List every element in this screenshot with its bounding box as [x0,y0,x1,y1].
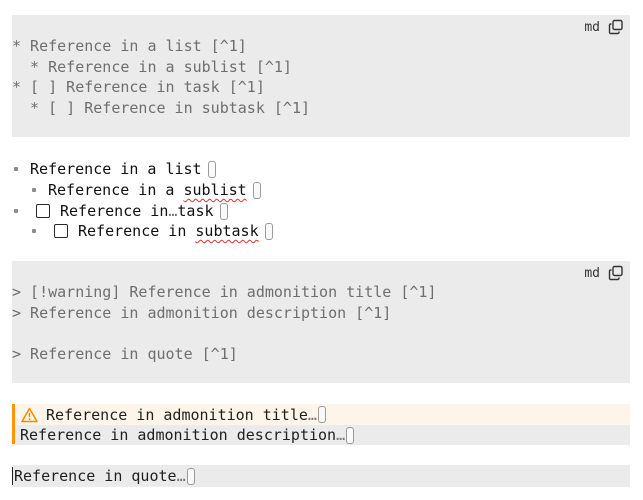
footnote-ref-chip[interactable] [186,467,195,485]
code-line[interactable]: * [ ] Reference in task [^1] [12,77,265,97]
code-language-label: md [584,265,600,281]
footnote-ref-chip[interactable] [207,160,216,178]
footnote-ref-chip[interactable] [317,406,326,423]
bullet-icon [32,229,36,233]
quote-text: Reference in quote [14,467,177,485]
misspelled-word: subtask [195,222,259,240]
code-toolbar: md [584,263,624,283]
task-item[interactable]: Reference in… task [14,201,228,221]
copy-icon[interactable] [608,19,624,35]
admonition-title[interactable]: Reference in admonition title… [15,404,630,425]
admonition-description-text: Reference in admonition description [20,426,337,444]
subtask-item[interactable]: Reference in subtask [32,221,273,241]
list-item-text: task [177,202,214,220]
sublist-item[interactable]: Reference in a sublist [32,180,261,200]
ellipsis-text: … [307,405,317,424]
copy-icon[interactable] [608,265,624,281]
code-line[interactable]: * Reference in a sublist [^1] [12,57,292,77]
footnote-ref-chip[interactable] [252,181,261,199]
list-item-text: Reference in a [48,181,184,199]
list-item-text: Reference in [60,202,169,220]
blockquote[interactable]: Reference in quote… [12,465,630,487]
list-item-text: Reference in [78,222,196,240]
misspelled-word: sublist [183,181,247,199]
code-line[interactable]: * [ ] Reference in subtask [^1] [12,98,310,118]
warning-icon [21,407,38,423]
list-item-text: Reference in a list [30,160,202,178]
bullet-icon [32,188,36,192]
code-line[interactable]: * Reference in a list [^1] [12,36,247,56]
task-checkbox[interactable] [54,224,68,238]
footnote-ref-chip[interactable] [346,426,355,444]
admonition-description[interactable]: Reference in admonition description… [15,425,630,445]
ellipsis-text: … [336,426,346,444]
code-line[interactable]: > [!warning] Reference in admonition tit… [12,282,436,302]
code-block-quote-source: md > [!warning] Reference in admonition … [12,261,630,383]
bullet-icon [14,209,18,213]
code-line[interactable]: > Reference in admonition description [^… [12,303,391,323]
bullet-icon [14,167,18,171]
footnote-ref-chip[interactable] [264,222,273,240]
code-block-list-source: md * Reference in a list [^1] * Referenc… [12,15,630,137]
warning-admonition: Reference in admonition title… Reference… [12,404,630,445]
code-toolbar: md [584,17,624,37]
code-language-label: md [584,19,600,35]
admonition-title-text: Reference in admonition title [46,405,308,424]
task-checkbox[interactable] [36,204,50,218]
footnote-ref-chip[interactable] [219,202,228,220]
text-cursor [12,467,13,485]
code-line[interactable]: > Reference in quote [^1] [12,344,238,364]
list-item[interactable]: Reference in a list [14,159,216,179]
ellipsis-text: … [168,202,178,220]
ellipsis-text: … [176,467,186,485]
